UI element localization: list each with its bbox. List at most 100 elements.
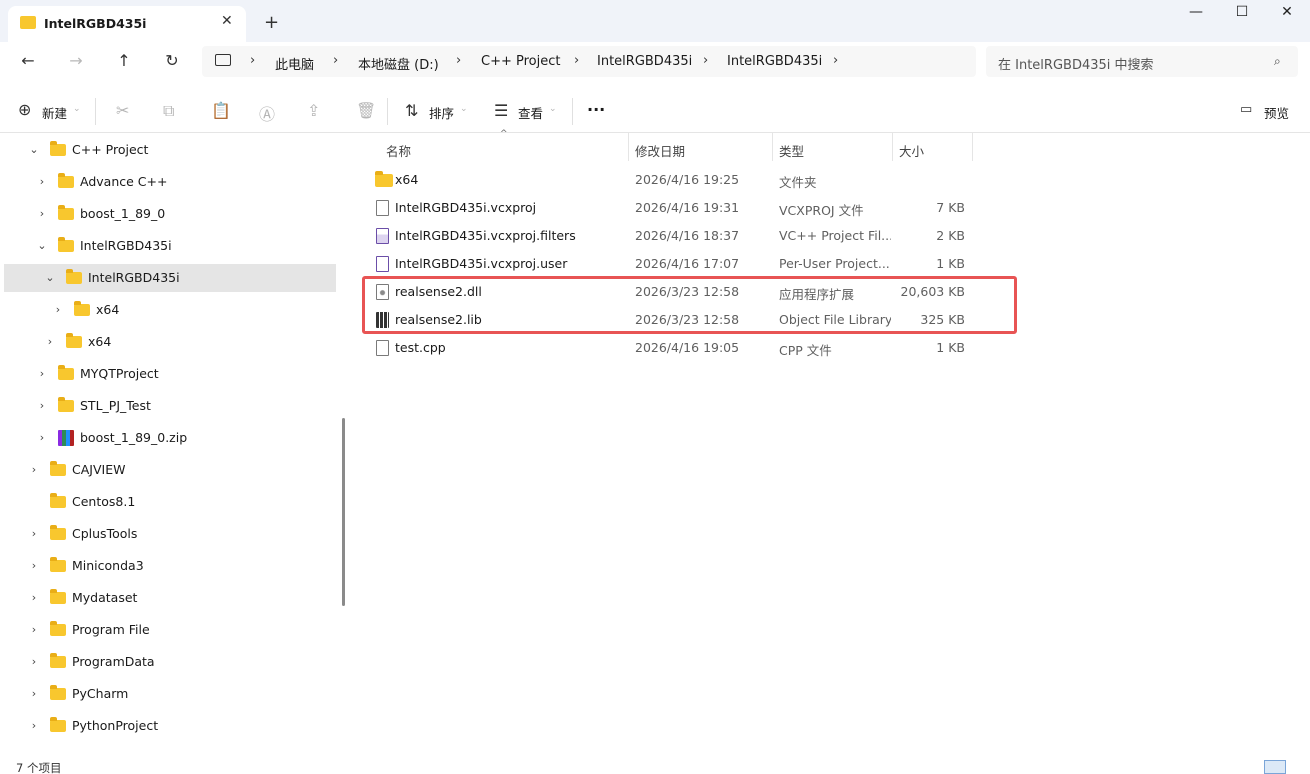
chevron-right-icon[interactable]: ›: [36, 360, 48, 388]
nav-item[interactable]: › Program File: [4, 616, 336, 644]
breadcrumb-intelrgbd435i[interactable]: IntelRGBD435i: [597, 54, 692, 69]
minimize-button[interactable]: —: [1181, 4, 1211, 20]
breadcrumb-cpp-project[interactable]: C++ Project: [481, 54, 560, 69]
close-window-button[interactable]: ✕: [1272, 4, 1302, 20]
chevron-right-icon[interactable]: ›: [250, 53, 255, 68]
sort-icon: ⇅: [405, 101, 419, 120]
nav-item[interactable]: › boost_1_89_0.zip: [4, 424, 336, 452]
nav-scrollbar[interactable]: [342, 418, 345, 606]
refresh-button[interactable]: ↻: [157, 51, 187, 75]
chevron-right-icon[interactable]: ›: [28, 584, 40, 612]
details-view-button[interactable]: [1264, 760, 1286, 774]
chevron-right-icon[interactable]: ›: [28, 616, 40, 644]
nav-item[interactable]: ⌄ IntelRGBD435i: [4, 232, 336, 260]
nav-item[interactable]: ⌄ IntelRGBD435i: [4, 264, 336, 292]
copy-icon[interactable]: ⧉: [163, 101, 174, 121]
nav-item[interactable]: › Miniconda3: [4, 552, 336, 580]
file-row[interactable]: x64 2026/4/16 19:25 文件夹: [366, 166, 972, 194]
search-icon[interactable]: ⌕: [1274, 54, 1281, 69]
file-row[interactable]: IntelRGBD435i.vcxproj 2026/4/16 19:31 VCXP…: [366, 194, 972, 222]
view-icon: ☰: [494, 101, 509, 120]
forward-button[interactable]: →: [61, 51, 91, 75]
more-options-button[interactable]: ···: [587, 100, 605, 119]
file-type: VC++ Project Fil...: [779, 228, 891, 243]
chevron-right-icon[interactable]: ›: [44, 328, 56, 356]
nav-item[interactable]: › PyCharm: [4, 680, 336, 708]
nav-item[interactable]: › x64: [4, 296, 336, 324]
chevron-down-icon[interactable]: ⌄: [44, 264, 56, 292]
nav-item[interactable]: › boost_1_89_0: [4, 200, 336, 228]
chevron-right-icon[interactable]: ›: [28, 456, 40, 484]
nav-item-label: Centos8.1: [72, 494, 136, 509]
maximize-button[interactable]: ☐: [1227, 4, 1257, 20]
chevron-right-icon[interactable]: ›: [36, 200, 48, 228]
delete-icon[interactable]: 🗑: [356, 101, 376, 120]
chevron-right-icon[interactable]: ›: [28, 680, 40, 708]
column-divider[interactable]: [628, 133, 629, 161]
column-header-name[interactable]: 名称: [386, 141, 411, 160]
column-header-size[interactable]: 大小: [899, 141, 924, 160]
chevron-right-icon[interactable]: ›: [703, 53, 708, 68]
chevron-down-icon[interactable]: ⌄: [28, 136, 40, 164]
preview-button[interactable]: 预览: [1264, 103, 1289, 122]
nav-item[interactable]: › MYQTProject: [4, 360, 336, 388]
chevron-right-icon[interactable]: ›: [28, 712, 40, 740]
new-button[interactable]: 新建: [42, 103, 67, 122]
paste-icon[interactable]: 📋: [211, 101, 231, 120]
nav-item[interactable]: ⌄ C++ Project: [4, 136, 336, 164]
column-divider[interactable]: [772, 133, 773, 161]
chevron-down-icon: ⌄: [460, 104, 468, 114]
back-button[interactable]: ←: [13, 51, 43, 75]
chevron-right-icon[interactable]: ›: [574, 53, 579, 68]
chevron-right-icon[interactable]: ›: [456, 53, 461, 68]
chevron-down-icon[interactable]: ⌄: [36, 232, 48, 260]
nav-item[interactable]: › ProgramData: [4, 648, 336, 676]
nav-item[interactable]: › CAJVIEW: [4, 456, 336, 484]
file-size: 7 KB: [936, 200, 965, 215]
column-divider[interactable]: [892, 133, 893, 161]
share-icon[interactable]: ⇪: [307, 101, 320, 120]
chevron-right-icon[interactable]: ›: [28, 648, 40, 676]
breadcrumb-local-disk[interactable]: 本地磁盘 (D:): [358, 54, 439, 73]
view-button[interactable]: 查看: [518, 103, 543, 122]
address-bar[interactable]: [202, 46, 976, 77]
folder-icon: [50, 493, 66, 508]
nav-item[interactable]: › Advance C++: [4, 168, 336, 196]
nav-item[interactable]: › PythonProject: [4, 712, 336, 740]
chevron-right-icon[interactable]: ›: [28, 520, 40, 548]
command-bar: [0, 88, 1310, 133]
nav-item[interactable]: › x64: [4, 328, 336, 356]
cut-icon[interactable]: ✂: [116, 101, 129, 120]
column-header-date[interactable]: 修改日期: [635, 141, 685, 160]
up-button[interactable]: ↑: [109, 51, 139, 75]
nav-item[interactable]: › STL_PJ_Test: [4, 392, 336, 420]
nav-item[interactable]: › Mydataset: [4, 584, 336, 612]
nav-item-label: CplusTools: [72, 526, 138, 541]
rename-icon[interactable]: Ⓐ: [259, 101, 275, 125]
sort-button[interactable]: 排序: [429, 103, 454, 122]
file-row[interactable]: IntelRGBD435i.vcxproj.user 2026/4/16 17:0…: [366, 250, 972, 278]
chevron-right-icon[interactable]: ›: [36, 424, 48, 452]
file-name: test.cpp: [395, 340, 446, 355]
close-tab-icon[interactable]: ✕: [221, 13, 233, 29]
file-row[interactable]: IntelRGBD435i.vcxproj.filters 2026/4/16 1…: [366, 222, 972, 250]
chevron-right-icon[interactable]: ›: [36, 168, 48, 196]
nav-item-label: PythonProject: [72, 718, 159, 733]
chevron-right-icon[interactable]: ›: [52, 296, 64, 324]
tab-intelrgbd435i[interactable]: IntelRGBD435i ✕: [8, 6, 246, 42]
nav-item-label: boost_1_89_0.zip: [80, 430, 188, 445]
chevron-down-icon: ⌄: [549, 104, 557, 114]
nav-item[interactable]: Centos8.1: [4, 488, 336, 516]
chevron-right-icon[interactable]: ›: [833, 53, 838, 68]
chevron-right-icon[interactable]: ›: [28, 552, 40, 580]
chevron-right-icon[interactable]: ›: [333, 53, 338, 68]
new-tab-button[interactable]: +: [264, 12, 279, 33]
column-header-type[interactable]: 类型: [779, 141, 804, 160]
nav-item[interactable]: › CplusTools: [4, 520, 336, 548]
breadcrumb-this-pc[interactable]: 此电脑: [275, 54, 314, 73]
chevron-right-icon[interactable]: ›: [36, 392, 48, 420]
breadcrumb-intelrgbd435i-current[interactable]: IntelRGBD435i: [727, 54, 822, 69]
file-type: 文件夹: [779, 175, 817, 190]
file-row[interactable]: test.cpp 2026/4/16 19:05 CPP 文件 1 KB: [366, 334, 972, 362]
column-divider[interactable]: [972, 133, 973, 161]
